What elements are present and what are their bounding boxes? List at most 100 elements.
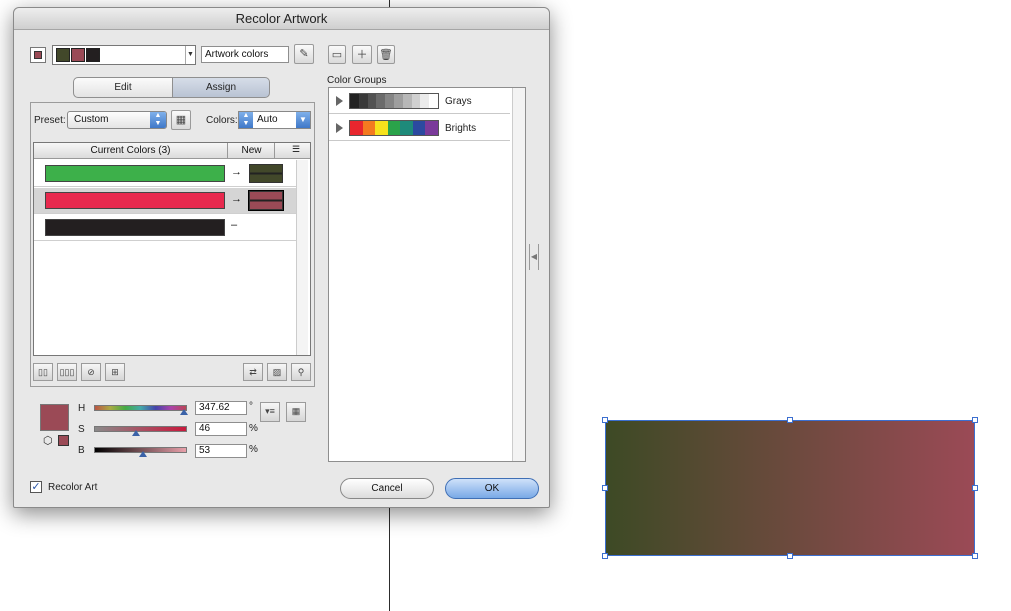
table-header: Current Colors (3) New ☰ <box>34 143 310 159</box>
out-of-gamut-swatch[interactable] <box>58 435 69 446</box>
color-swatch <box>367 94 377 108</box>
disclosure-triangle-icon[interactable] <box>336 123 343 133</box>
saturation-label: S <box>78 424 85 435</box>
table-scrollbar[interactable] <box>296 160 308 355</box>
color-groups-title: Color Groups <box>327 75 387 86</box>
randomly-change-saturation-icon[interactable]: ▨ <box>267 363 287 381</box>
color-library-icon[interactable]: ▦ <box>286 402 306 422</box>
colors-count-select[interactable]: ▲ ▼ Auto ▼ <box>238 111 311 129</box>
color-swatch <box>358 94 368 108</box>
selection-handle[interactable] <box>972 417 978 423</box>
new-color-swatch[interactable] <box>249 164 283 183</box>
dialog-title: Recolor Artwork <box>14 8 549 30</box>
color-swatch <box>400 121 413 135</box>
color-mode-menu-icon[interactable]: ▾≡ <box>260 402 280 422</box>
colors-value: Auto <box>257 114 278 125</box>
stepper-arrows-icon[interactable]: ▲ ▼ <box>239 112 253 128</box>
cube-icon[interactable]: ⬡ <box>43 434 53 447</box>
recolor-art-checkbox[interactable]: ✓ <box>30 481 42 493</box>
color-group-row[interactable]: Grays <box>329 88 510 114</box>
preset-label: Preset: <box>34 115 66 126</box>
color-swatch <box>420 94 430 108</box>
merge-colors-icon[interactable]: ▯▯ <box>33 363 53 381</box>
color-swatch <box>411 94 421 108</box>
selection-handle[interactable] <box>972 485 978 491</box>
brightness-slider-thumb[interactable] <box>139 451 147 457</box>
brightness-unit: % <box>249 444 258 455</box>
selection-handle[interactable] <box>787 553 793 559</box>
harmony-swatch <box>56 48 70 62</box>
column-menu-icon[interactable]: ☰ <box>292 144 300 155</box>
color-reduction-options-icon[interactable]: ▦ <box>171 110 191 130</box>
disclosure-triangle-icon[interactable] <box>336 96 343 106</box>
color-swatch <box>362 121 376 135</box>
find-color-icon[interactable]: ⚲ <box>291 363 311 381</box>
color-group-row[interactable]: Brights <box>329 115 510 141</box>
color-group-name: Grays <box>445 96 472 107</box>
color-assign-table: Current Colors (3) New ☰ → → – <box>33 142 311 356</box>
selection-handle[interactable] <box>787 417 793 423</box>
color-swatch <box>402 94 412 108</box>
current-color-bar[interactable] <box>45 165 225 182</box>
color-swatch <box>350 94 359 108</box>
current-colors-header[interactable]: Current Colors (3) <box>34 143 228 159</box>
tab-edit[interactable]: Edit <box>73 77 173 98</box>
color-swatch <box>429 94 438 108</box>
current-color-swatch[interactable] <box>40 404 69 431</box>
color-swatch <box>350 121 363 135</box>
current-color-bar[interactable] <box>45 219 225 236</box>
harmony-colors-field[interactable]: ▼ <box>52 45 196 65</box>
selection-handle[interactable] <box>602 485 608 491</box>
new-color-swatch[interactable] <box>248 190 284 211</box>
hue-value-input[interactable]: 347.62 <box>195 401 247 415</box>
assign-arrow: → <box>231 166 242 178</box>
color-swatch <box>375 121 388 135</box>
assign-arrow: – <box>231 219 238 231</box>
selection-handle[interactable] <box>602 417 608 423</box>
color-groups-list: Grays Brights <box>328 87 526 462</box>
artwork-rectangle[interactable] <box>605 420 975 556</box>
collapse-panel-icon[interactable]: ◀ <box>529 244 539 270</box>
table-row[interactable]: → <box>34 161 296 187</box>
selection-handle[interactable] <box>602 553 608 559</box>
chevron-down-icon[interactable]: ▼ <box>185 46 195 64</box>
saturation-value-input[interactable]: 46 <box>195 422 247 436</box>
colors-label: Colors: <box>206 115 238 126</box>
group-swatches <box>349 93 439 109</box>
separate-colors-icon[interactable]: ▯▯▯ <box>57 363 77 381</box>
new-folder-icon[interactable]: ＋ <box>352 45 372 64</box>
randomly-change-order-icon[interactable]: ⇄ <box>243 363 263 381</box>
assign-arrow: → <box>231 193 242 205</box>
color-swatch <box>385 94 394 108</box>
preset-select[interactable]: Custom ▲ ▼ <box>67 111 167 129</box>
color-swatch <box>425 121 439 135</box>
selection-handle[interactable] <box>972 553 978 559</box>
color-groups-scrollbar[interactable] <box>512 88 525 461</box>
exclude-colors-icon[interactable]: ⊘ <box>81 363 101 381</box>
current-color-bar[interactable] <box>45 192 225 209</box>
table-row[interactable]: – <box>34 215 296 241</box>
hue-slider[interactable] <box>94 405 187 411</box>
group-swatches <box>349 120 439 136</box>
save-icon[interactable]: ▭ <box>328 45 346 64</box>
recolor-artwork-dialog: Recolor Artwork ▼ Artwork colors ✎ ▭ ＋ 🗑… <box>13 7 550 508</box>
preset-value: Custom <box>74 114 109 125</box>
stepper-arrows-icon: ▲ ▼ <box>150 112 166 128</box>
tab-assign[interactable]: Assign <box>172 77 270 98</box>
trash-icon[interactable]: 🗑 <box>377 45 395 64</box>
color-swatch <box>393 94 403 108</box>
hue-slider-thumb[interactable] <box>180 409 188 415</box>
saturation-slider-thumb[interactable] <box>132 430 140 436</box>
cancel-button[interactable]: Cancel <box>340 478 434 499</box>
color-group-name-input[interactable]: Artwork colors <box>201 46 289 63</box>
new-row-icon[interactable]: ⊞ <box>105 363 125 381</box>
eyedropper-icon[interactable]: ✎ <box>294 44 314 64</box>
saturation-slider[interactable] <box>94 426 187 432</box>
hue-unit: ° <box>249 401 253 412</box>
ok-button[interactable]: OK <box>445 478 539 499</box>
saturation-unit: % <box>249 423 258 434</box>
brightness-value-input[interactable]: 53 <box>195 444 247 458</box>
new-colors-header[interactable]: New <box>229 143 275 159</box>
chevron-down-icon[interactable]: ▼ <box>296 112 310 128</box>
table-row[interactable]: → <box>34 188 296 214</box>
